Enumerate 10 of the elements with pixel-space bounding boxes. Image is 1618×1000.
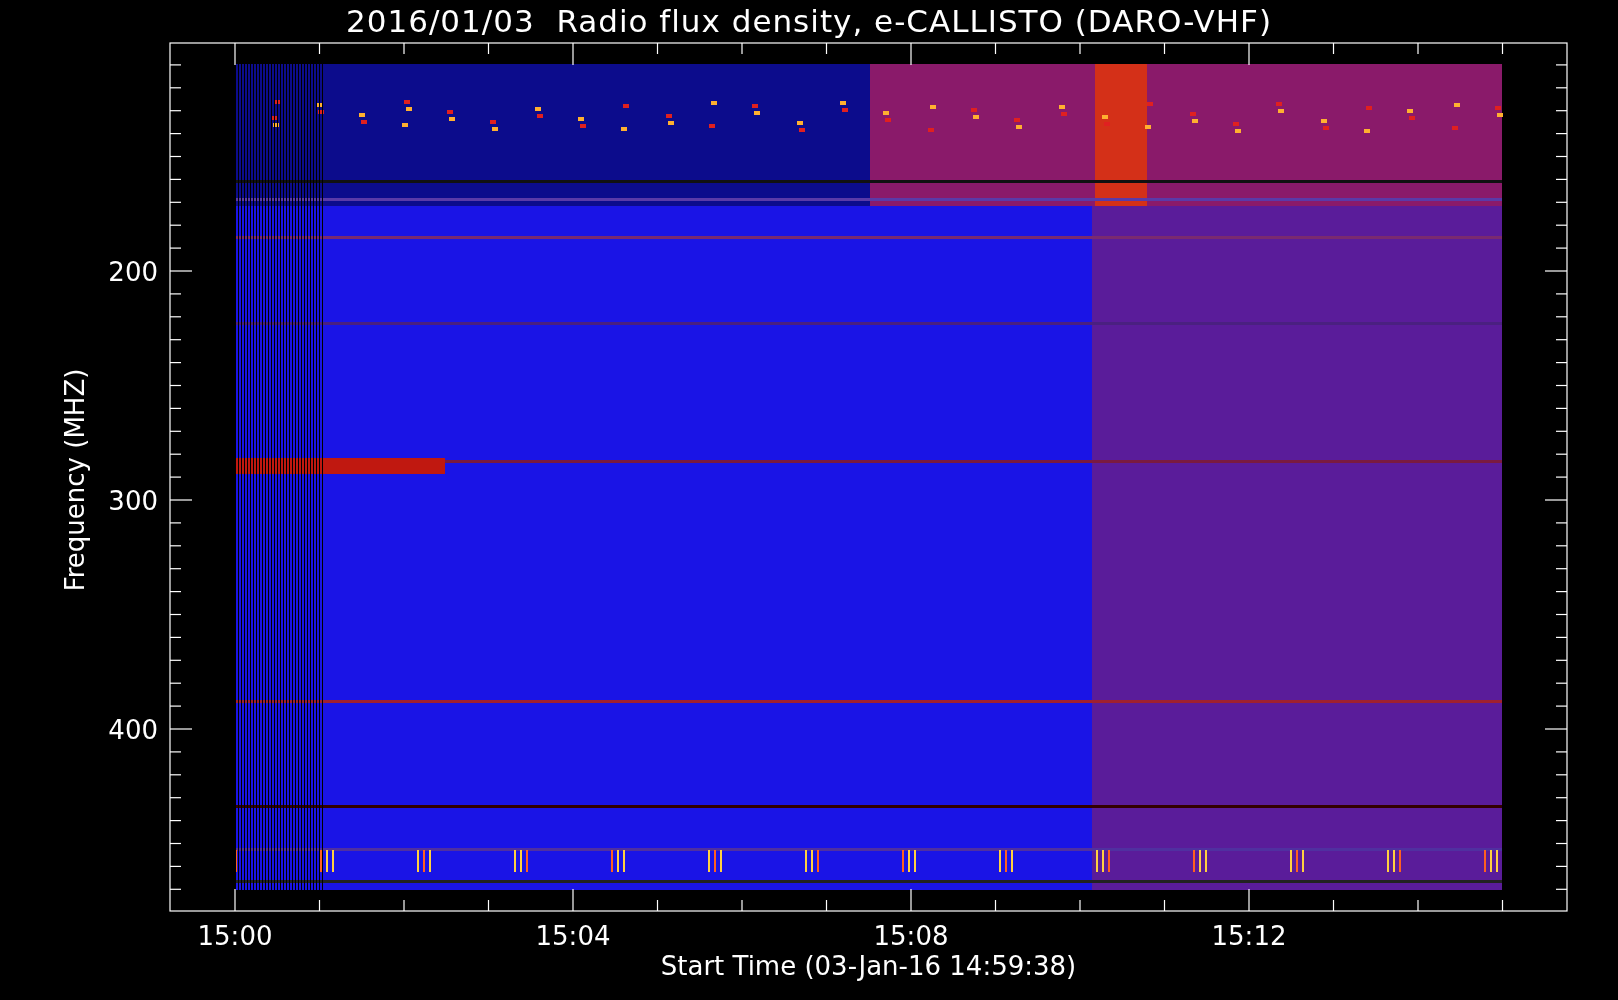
chart-title: 2016/01/03 Radio flux density, e-CALLISTO (DARO-VHF) xyxy=(346,2,1272,41)
y-tick-label: 300 xyxy=(108,486,158,516)
y-tick-label: 200 xyxy=(108,257,158,287)
y-axis-label: Frequency (MHZ) xyxy=(60,368,90,592)
x-tick-label: 15:08 xyxy=(873,921,949,951)
x-tick-label: 15:12 xyxy=(1211,921,1287,951)
x-axis-label: Start Time (03-Jan-16 14:59:38) xyxy=(660,951,1077,981)
x-tick-label: 15:04 xyxy=(535,921,611,951)
y-tick-label: 400 xyxy=(108,715,158,745)
x-tick-label: 15:00 xyxy=(197,921,273,951)
